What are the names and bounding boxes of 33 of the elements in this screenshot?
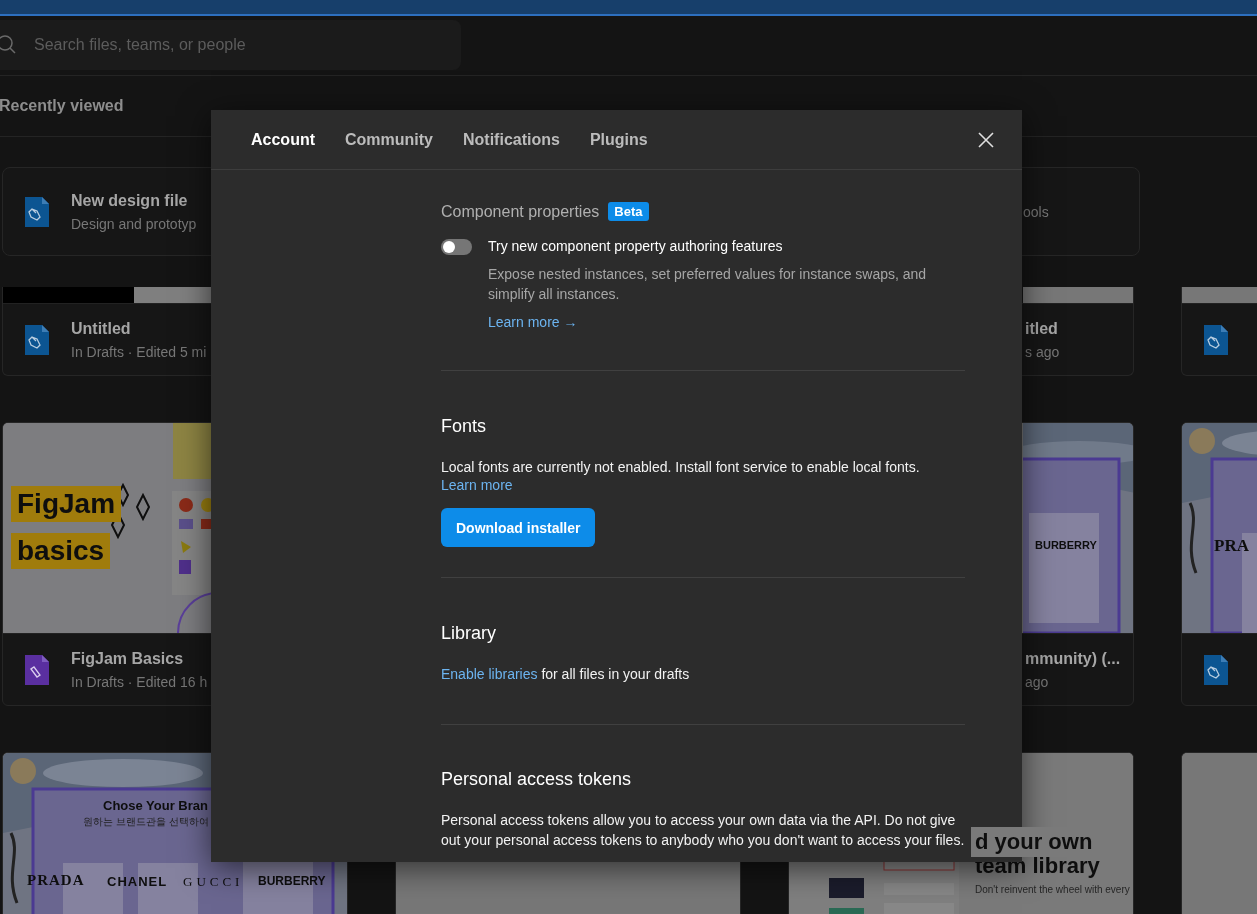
fonts-text: Local fonts are currently not enabled. Install font service to enable local fonts. [441,458,921,477]
thumbnail-text: PRADA [27,872,85,889]
template-subtitle: Design and prototyp [71,215,197,232]
template-title: New design file [71,191,189,210]
thumbnail-text: basics [11,533,111,569]
section-heading: Recently viewed [0,97,124,115]
feature-description: Expose nested instances, set preferred values for instance swaps, and simplify all instances. [488,265,928,304]
toggle-label: Try new component property authoring features [488,238,783,254]
thumbnail-text: Don't reinvent the wheel with every [975,884,1130,895]
file-meta: In Drafts · Edited 5 mi [71,343,207,360]
thumbnail-text: PRA [1214,536,1249,556]
thumbnail-text: BURBERRY [1035,539,1097,551]
thumbnail-text: CHANEL [107,874,168,889]
thumbnail-text: GUCCI [183,874,244,890]
section-title: Fonts [441,416,488,437]
thumbnail-text: Chose Your Bran [103,798,208,813]
thumbnail-text: FigJam [11,486,122,522]
thumbnail-text: 원하는 브랜드관을 선택하여 [83,815,209,829]
file-meta: In Drafts · Edited 16 h [71,673,208,690]
file-title: mmunity) (... [1025,649,1121,668]
library-text: Enable libraries for all files in your drafts [441,665,691,684]
thumbnail-text: BURBERRY [258,874,326,888]
file-title: itled [1025,319,1059,338]
section-title: Component properties [441,202,600,221]
tokens-text: Personal access tokens allow you to access your own data via the API. Do not give out your personal access tokens to anybody who you don't want to access your files. [441,811,965,850]
section-title: Personal access tokens [441,769,633,790]
template-subtitle: ools [1023,203,1049,220]
section-title: Library [441,623,498,644]
file-meta: s ago [1025,343,1060,360]
beta-badge: Beta [608,202,649,221]
file-meta: ago [1025,673,1050,690]
file-title: Untitled [71,319,132,338]
file-title: FigJam Basics [71,649,185,668]
